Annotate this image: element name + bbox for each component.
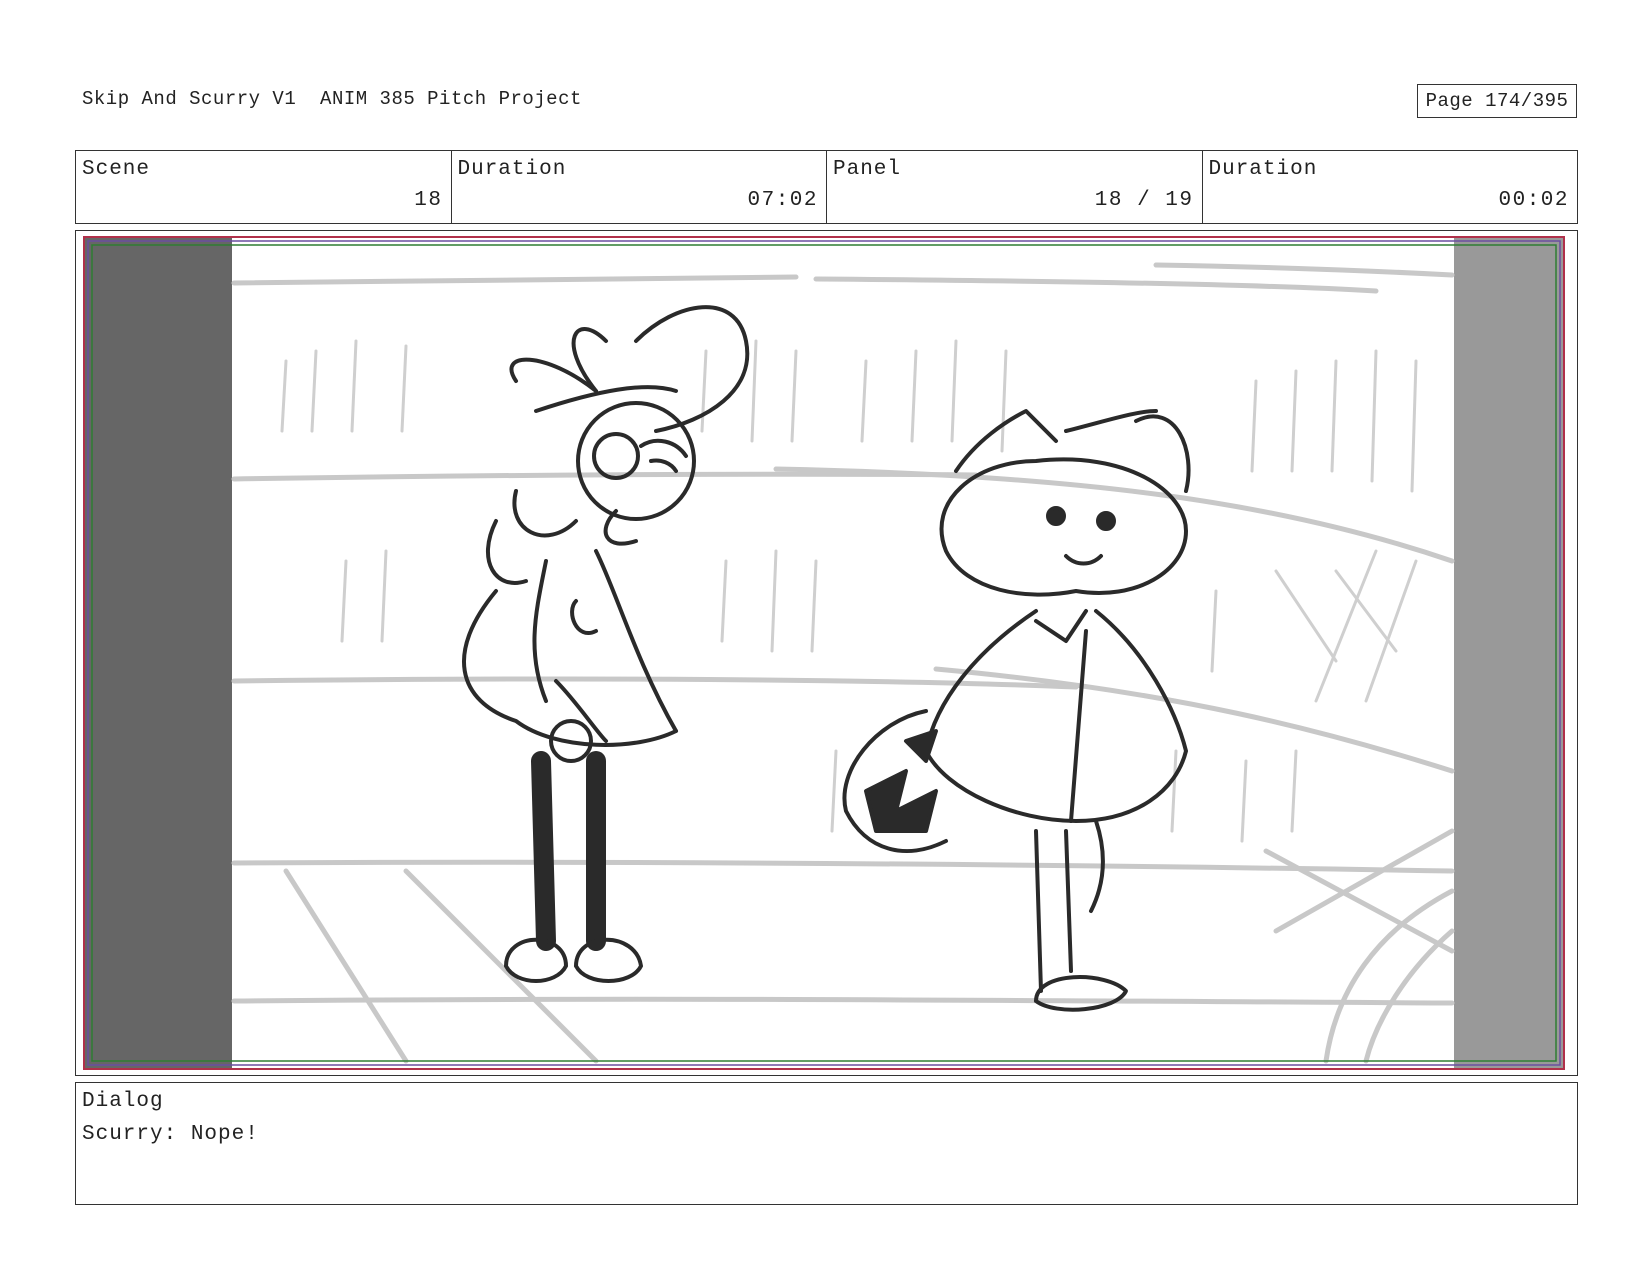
scene-cell: Scene 18 (76, 151, 452, 223)
page-number: Page 174/395 (1417, 84, 1577, 118)
scene-value: 18 (414, 189, 443, 212)
storyboard-panel (75, 230, 1578, 1076)
dialog-label: Dialog (82, 1090, 164, 1113)
panel-duration-label: Duration (1208, 158, 1318, 181)
panel-duration-value: 00:02 (1498, 189, 1569, 212)
letterbox-left (84, 237, 232, 1069)
project-title: Skip And Scurry V1 ANIM 385 Pitch Projec… (82, 88, 582, 110)
scene-duration-value: 07:02 (747, 189, 818, 212)
panel-value: 18 / 19 (1094, 189, 1194, 212)
scene-duration-cell: Duration 07:02 (452, 151, 827, 223)
panel-label: Panel (833, 158, 902, 181)
dialog-text: Scurry: Nope! (82, 1123, 259, 1146)
storyboard-sketch (76, 231, 1577, 1075)
panel-info-row: Scene 18 Duration 07:02 Panel 18 / 19 Du… (75, 150, 1578, 224)
scene-label: Scene (82, 158, 151, 181)
panel-duration-cell: Duration 00:02 (1203, 151, 1578, 223)
panel-cell: Panel 18 / 19 (827, 151, 1203, 223)
dialog-box: Dialog Scurry: Nope! (75, 1082, 1578, 1205)
letterbox-right (1454, 237, 1564, 1069)
scene-duration-label: Duration (457, 158, 567, 181)
